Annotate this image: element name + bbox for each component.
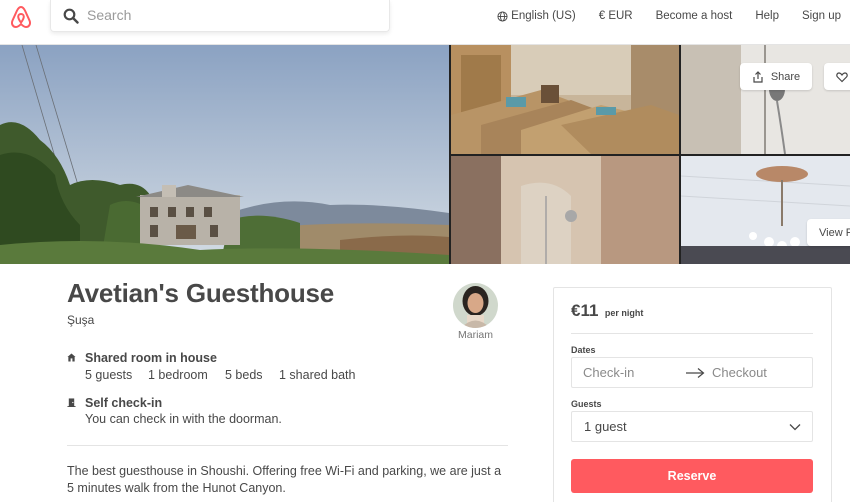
- photo-gallery: [0, 45, 850, 264]
- dates-label: Dates: [571, 345, 596, 355]
- save-button[interactable]: [824, 63, 850, 90]
- guests-value: 1 guest: [584, 419, 627, 434]
- search-bar[interactable]: [50, 0, 390, 32]
- airbnb-logo-icon[interactable]: [9, 4, 33, 30]
- become-host-link[interactable]: Become a host: [656, 10, 733, 22]
- arrow-right-icon: [686, 368, 705, 378]
- home-icon: [67, 353, 76, 362]
- search-icon: [63, 8, 79, 24]
- share-icon: [753, 70, 763, 83]
- bedroom-photo[interactable]: [451, 45, 679, 154]
- share-label: Share: [770, 70, 801, 83]
- price-amount: €11: [571, 301, 599, 320]
- bathroom-photo[interactable]: [451, 156, 679, 264]
- bedroom-count: 1 bedroom: [148, 368, 208, 382]
- language-selector[interactable]: English (US): [497, 10, 576, 22]
- door-icon: [67, 398, 76, 407]
- price-display: €11 per night: [571, 301, 643, 321]
- dates-picker: Check-in Checkout: [571, 357, 813, 388]
- bath-count: 1 shared bath: [279, 368, 356, 382]
- host-name[interactable]: Mariam: [458, 329, 493, 341]
- listing-location[interactable]: Şuşa: [67, 313, 94, 327]
- section-divider: [67, 445, 508, 446]
- view-photos-button[interactable]: View P: [807, 219, 850, 246]
- heart-icon: [836, 71, 848, 82]
- listing-title: Avetian's Guesthouse: [67, 278, 335, 308]
- booking-card: €11 per night Dates Check-in Checkout Gu…: [553, 287, 832, 502]
- checkout-field[interactable]: Checkout: [712, 365, 767, 380]
- checkin-field[interactable]: Check-in: [583, 365, 634, 380]
- price-unit: per night: [604, 308, 644, 318]
- room-type-title: Shared room in house: [85, 351, 217, 365]
- nav-menu: English (US) € EUR Become a host Help Si…: [497, 9, 850, 23]
- self-checkin-title: Self check-in: [85, 396, 163, 410]
- host-avatar[interactable]: [453, 283, 498, 328]
- listing-description: The best guesthouse in Shoushi. Offering…: [67, 464, 502, 495]
- main-photo[interactable]: [0, 45, 449, 264]
- card-divider: [571, 333, 813, 334]
- share-button[interactable]: Share: [740, 63, 812, 90]
- self-checkin-text: You can check in with the doorman.: [85, 412, 282, 426]
- top-navbar: English (US) € EUR Become a host Help Si…: [0, 0, 850, 45]
- help-link[interactable]: Help: [755, 10, 779, 22]
- globe-icon: [497, 10, 508, 22]
- bed-count: 5 beds: [225, 368, 263, 382]
- chevron-down-icon: [789, 424, 801, 431]
- lamp-photo[interactable]: [681, 156, 850, 264]
- guests-select[interactable]: 1 guest: [571, 411, 813, 442]
- guests-label: Guests: [571, 399, 602, 409]
- guests-count: 5 guests: [85, 368, 133, 382]
- signup-link[interactable]: Sign up: [802, 10, 841, 22]
- language-label: English (US): [511, 10, 576, 22]
- reserve-button[interactable]: Reserve: [571, 459, 813, 493]
- search-input[interactable]: [87, 4, 377, 26]
- currency-selector[interactable]: € EUR: [599, 10, 633, 22]
- shower-photo[interactable]: [681, 45, 850, 154]
